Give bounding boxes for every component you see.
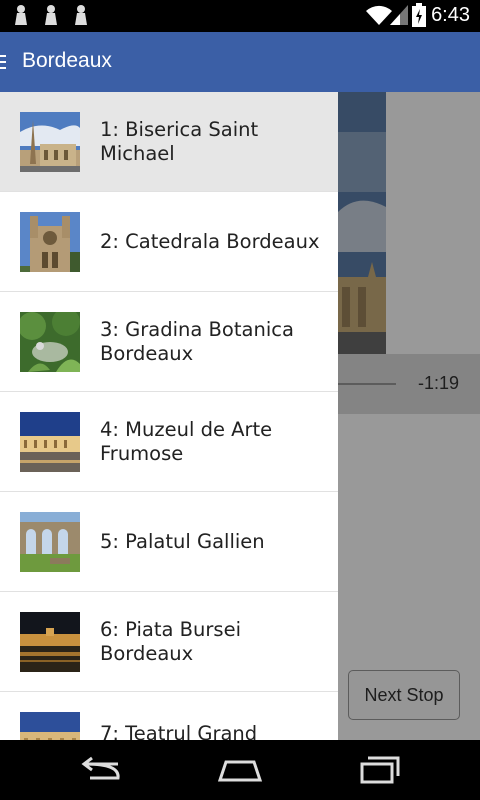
navigation-drawer: 1: Biserica Saint Michael 2: Catedrala B… bbox=[0, 92, 338, 740]
back-icon[interactable] bbox=[76, 754, 124, 786]
drawer-item-label: 5: Palatul Gallien bbox=[100, 530, 265, 553]
drawer-item-gradina-botanica-bordeaux[interactable]: 3: Gradina Botanica Bordeaux bbox=[0, 292, 338, 392]
square-night-photo bbox=[20, 612, 80, 672]
battery-charging-icon bbox=[412, 3, 426, 27]
theatre-photo bbox=[20, 712, 80, 740]
ruins-photo bbox=[20, 512, 80, 572]
cell-signal-icon bbox=[390, 5, 408, 25]
system-nav-bar bbox=[0, 740, 480, 800]
church-photo bbox=[20, 112, 80, 172]
drawer-item-label: 4: Muzeul de Arte Frumose bbox=[100, 418, 273, 465]
notification-icon bbox=[75, 5, 87, 25]
home-icon[interactable] bbox=[216, 754, 264, 786]
drawer-item-label: 3: Gradina Botanica Bordeaux bbox=[100, 318, 294, 365]
drawer-item-label: 2: Catedrala Bordeaux bbox=[100, 230, 320, 253]
drawer-item-piata-bursei-bordeaux[interactable]: 6: Piata Bursei Bordeaux bbox=[0, 592, 338, 692]
wifi-icon bbox=[366, 5, 392, 25]
garden-photo bbox=[20, 312, 80, 372]
drawer-item-biserica-saint-michael[interactable]: 1: Biserica Saint Michael bbox=[0, 92, 338, 192]
drawer-item-label: 7: Teatrul Grand bbox=[100, 722, 258, 740]
drawer-item-teatrul-grand[interactable]: 7: Teatrul Grand bbox=[0, 692, 338, 740]
drawer-item-label: 6: Piata Bursei Bordeaux bbox=[100, 618, 241, 665]
drawer-scrim[interactable] bbox=[338, 92, 480, 740]
cathedral-photo bbox=[20, 212, 80, 272]
drawer-item-catedrala-bordeaux[interactable]: 2: Catedrala Bordeaux bbox=[0, 192, 338, 292]
recents-icon[interactable] bbox=[356, 754, 404, 786]
status-bar: 6:43 bbox=[0, 0, 480, 32]
museum-photo bbox=[20, 412, 80, 472]
drawer-item-label: 1: Biserica Saint Michael bbox=[100, 118, 259, 165]
notification-icon bbox=[15, 5, 27, 25]
drawer-item-palatul-gallien[interactable]: 5: Palatul Gallien bbox=[0, 492, 338, 592]
menu-icon[interactable] bbox=[0, 54, 6, 70]
page-title: Bordeaux bbox=[22, 49, 112, 72]
drawer-item-muzeul-de-arte-frumose[interactable]: 4: Muzeul de Arte Frumose bbox=[0, 392, 338, 492]
notification-icon bbox=[45, 5, 57, 25]
app-bar: Bordeaux bbox=[0, 32, 480, 92]
clock: 6:43 bbox=[431, 4, 470, 26]
